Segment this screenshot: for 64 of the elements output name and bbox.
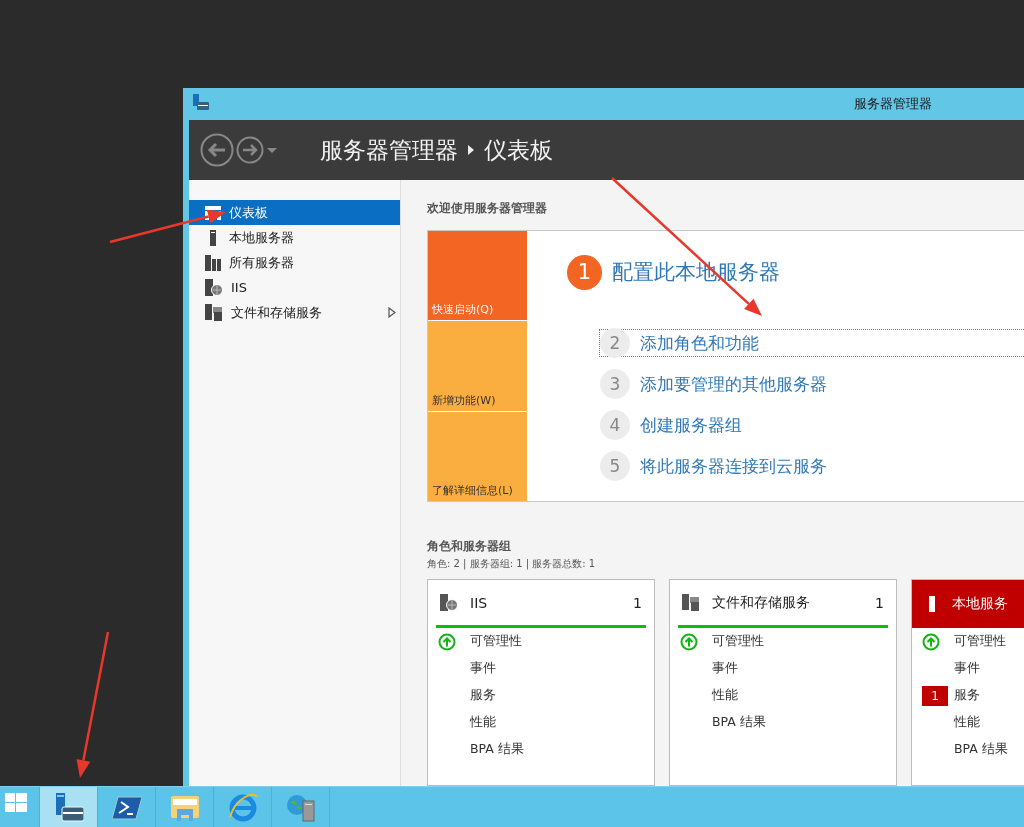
row-label[interactable]: 性能: [954, 714, 980, 731]
step-link[interactable]: 创建服务器组: [640, 413, 742, 437]
back-button[interactable]: [200, 133, 234, 167]
server-globe-icon: [440, 594, 458, 611]
breadcrumb-item[interactable]: 服务器管理器: [320, 134, 458, 166]
sidebar-item[interactable]: IIS: [189, 275, 400, 300]
breadcrumb-separator-icon: [468, 145, 474, 155]
step-link[interactable]: 添加角色和功能: [640, 331, 759, 355]
row-label[interactable]: 可管理性: [470, 633, 522, 650]
row-label[interactable]: 服务: [470, 687, 496, 704]
section-heading: 欢迎使用服务器管理器: [427, 200, 548, 217]
sidebar-item[interactable]: 文件和存储服务: [189, 300, 400, 325]
card-count: 1: [633, 594, 642, 611]
card-count: 1: [875, 594, 884, 611]
quick-start-tab[interactable]: 了解详细信息(L): [428, 411, 527, 501]
taskbar-button[interactable]: [40, 787, 98, 827]
card-title: 文件和存储服务: [712, 593, 811, 612]
step-number: 1: [567, 254, 602, 290]
quick-start-tab[interactable]: 新增功能(W): [428, 321, 527, 411]
row-label[interactable]: 事件: [712, 660, 738, 677]
row-label[interactable]: BPA 结果: [470, 741, 524, 758]
role-card[interactable]: 本地服务 可管理性 事件 1 服务 性能 BPA 结果: [911, 579, 1024, 786]
step-link[interactable]: 添加要管理的其他服务器: [640, 372, 827, 396]
step-number: 4: [600, 410, 630, 440]
row-label[interactable]: BPA 结果: [712, 714, 766, 731]
card-title: IIS: [470, 594, 489, 611]
up-arrow-status-icon: [922, 632, 940, 651]
server-globe-icon: [285, 792, 316, 822]
step-number: 3: [600, 369, 630, 399]
up-arrow-status-icon: [680, 632, 698, 651]
row-label[interactable]: 性能: [470, 714, 496, 731]
focused-step-link[interactable]: 2 添加角色和功能: [599, 329, 1024, 357]
row-label[interactable]: 可管理性: [954, 633, 1006, 650]
step-number: 2: [600, 328, 630, 358]
history-dropdown[interactable]: [266, 146, 278, 154]
alert-count-badge: 1: [922, 685, 948, 706]
sidebar-item[interactable]: 所有服务器: [189, 250, 400, 275]
step-number: 5: [600, 451, 630, 481]
row-label[interactable]: BPA 结果: [954, 741, 1008, 758]
role-card[interactable]: IIS 1 可管理性 事件 服务 性能 BPA 结果: [427, 579, 655, 786]
row-label[interactable]: 事件: [954, 660, 980, 677]
app-icon: [192, 94, 210, 110]
card-title: 本地服务: [952, 595, 1009, 613]
server-globe-icon: [205, 279, 223, 296]
role-card[interactable]: 文件和存储服务 1 可管理性 事件 性能 BPA 结果: [669, 579, 897, 786]
row-label[interactable]: 服务: [954, 687, 980, 704]
folder-server-icon: [205, 304, 223, 321]
forward-button[interactable]: [236, 136, 264, 164]
server-toolbox-icon: [53, 792, 84, 822]
browser-icon: [227, 792, 258, 822]
row-label[interactable]: 性能: [712, 687, 738, 704]
sidebar-item[interactable]: 仪表板: [189, 200, 400, 225]
window-title: 服务器管理器: [854, 96, 932, 111]
sidebar-item[interactable]: 本地服务器: [189, 225, 400, 250]
servers-icon: [205, 254, 221, 271]
section-heading: 角色和服务器组: [427, 538, 512, 555]
roles-summary: 角色: 2 | 服务器组: 1 | 服务器总数: 1: [427, 557, 597, 571]
row-label[interactable]: 可管理性: [712, 633, 764, 650]
row-label[interactable]: 事件: [470, 660, 496, 677]
step-link[interactable]: 将此服务器连接到云服务: [640, 454, 827, 478]
folder-server-icon: [682, 594, 700, 611]
caret-icon: [266, 146, 278, 154]
breadcrumb-item: 仪表板: [484, 135, 553, 165]
up-arrow-status-icon: [438, 632, 456, 651]
